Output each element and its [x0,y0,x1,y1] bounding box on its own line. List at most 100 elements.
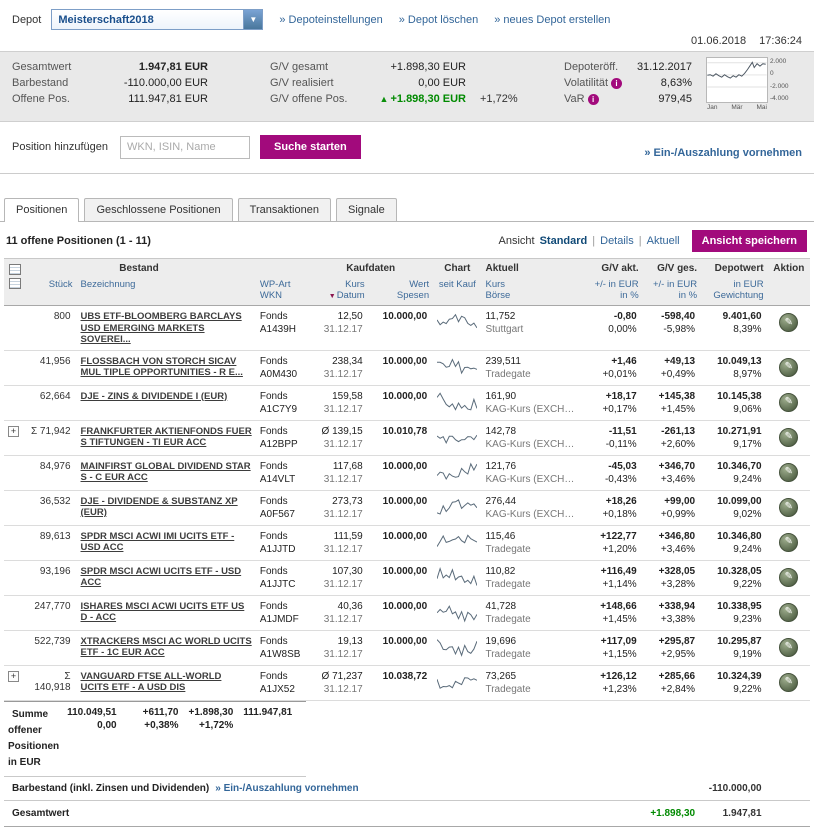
mini-chart[interactable] [437,566,477,588]
link-depot-new[interactable]: » neues Depot erstellen [494,14,610,26]
portfolio-page: Depot Meisterschaft2018 ▼ » Depoteinstel… [0,0,814,827]
gesamtwert-row: Gesamtwert +1.898,30 1.947,81 [4,800,810,826]
position-boerse: Stuttgart [485,324,580,336]
position-gewichtung: 9,06% [705,404,761,416]
position-gv-akt-eur: +122,77 [588,531,636,543]
position-name-link[interactable]: VANGUARD FTSE ALL-WORLD UCITS ETF - A US… [81,671,252,694]
tab-geschlossene-positionen[interactable]: Geschlossene Positionen [84,198,232,221]
search-input[interactable] [120,136,250,159]
payout-link[interactable]: » Ein-/Auszahlung vornehmen [644,147,802,159]
current-date: 01.06.2018 [691,35,746,47]
position-name-link[interactable]: SPDR MSCI ACWI IMI UCITS ETF - USD ACC [81,531,252,554]
view-aktuell[interactable]: Aktuell [647,235,680,247]
position-row: 247,770 ISHARES MSCI ACWI UCITS ETF US D… [4,595,810,630]
tab-transaktionen[interactable]: Transaktionen [238,198,331,221]
col-header-gv-akt-sub[interactable]: +/- in EURin % [584,277,642,306]
collapse-all-icon[interactable] [9,278,21,289]
position-name-link[interactable]: ISHARES MSCI ACWI UCITS ETF US D - ACC [81,601,252,624]
col-header-wpart-wkn[interactable]: WP-ArtWKN [256,277,308,306]
sort-desc-icon[interactable]: ▼ [329,293,336,300]
col-header-aktuell: Aktuell [481,259,584,278]
mini-chart[interactable] [437,461,477,483]
position-name-link[interactable]: SPDR MSCI ACWI UCITS ETF - USD ACC [81,566,252,589]
position-gv-akt-pct: +0,18% [588,509,636,521]
trade-action-button[interactable]: ✎ [779,358,798,377]
col-header-bezeichnung[interactable]: Bezeichnung [77,277,256,306]
col-header-seit-kauf: seit Kauf [433,277,481,306]
col-header-depotwert-sub[interactable]: in EURGewichtung [701,277,767,306]
mini-chart[interactable] [437,356,477,378]
mini-chart[interactable] [437,426,477,448]
trade-action-button[interactable]: ✎ [779,428,798,447]
col-header-gv-ges-sub[interactable]: +/- in EURin % [643,277,701,306]
mini-chart[interactable] [437,636,477,658]
depot-select[interactable]: Meisterschaft2018 ▼ [51,9,263,30]
info-icon[interactable]: i [588,94,599,105]
expand-row-icon[interactable]: + [8,671,19,682]
trade-action-button[interactable]: ✎ [779,463,798,482]
link-depot-delete[interactable]: » Depot löschen [399,14,479,26]
position-gv-akt-pct: -0,11% [588,439,636,451]
trade-action-button[interactable]: ✎ [779,393,798,412]
col-header-stueck[interactable]: Stück [22,277,76,306]
mini-chart[interactable] [437,671,477,693]
position-stueck: 89,613 [22,525,76,560]
position-wkn: A1JJTC [260,579,304,591]
position-name-link[interactable]: UBS ETF-BLOOMBERG BARCLAYS USD EMERGING … [81,311,252,346]
mini-chart[interactable] [437,601,477,623]
position-row: 800 UBS ETF-BLOOMBERG BARCLAYS USD EMERG… [4,306,810,351]
trade-action-button[interactable]: ✎ [779,568,798,587]
position-stueck: 522,739 [22,630,76,665]
gv-gesamt-value: +1.898,30 EUR [364,59,466,75]
position-kaufkurs: 117,68 [312,461,362,473]
position-kurs-aktuell: 41,728 [485,601,580,613]
trade-action-button[interactable]: ✎ [779,533,798,552]
col-header-kurs-datum[interactable]: Kurs▼Datum [308,277,368,306]
expand-all-icon[interactable] [9,264,21,275]
chart-xlabel: Mai [757,104,767,111]
start-search-button[interactable]: Suche starten [260,135,361,159]
position-gv-ges-eur: +49,13 [647,356,695,368]
col-header-gv-ges: G/V ges. [643,259,701,278]
position-name-link[interactable]: DJE - DIVIDENDE & SUBSTANZ XP (EUR) [81,496,252,519]
position-name-link[interactable]: DJE - ZINS & DIVIDENDE I (EUR) [81,391,252,403]
position-row: 93,196 SPDR MSCI ACWI UCITS ETF - USD AC… [4,560,810,595]
position-kurs-aktuell: 142,78 [485,426,580,438]
col-header-kurs-boerse[interactable]: KursBörse [481,277,584,306]
position-row: 41,956 FLOSSBACH VON STORCH SICAV MUL TI… [4,350,810,385]
position-name-link[interactable]: MAINFIRST GLOBAL DIVIDEND STAR S - C EUR… [81,461,252,484]
position-wkn: A12BPP [260,439,304,451]
save-view-button[interactable]: Ansicht speichern [692,230,807,252]
view-standard[interactable]: Standard [540,235,588,247]
table-toolbar: 11 offene Positionen (1 - 11) Ansicht St… [0,222,814,258]
view-details[interactable]: Details [600,235,634,247]
col-header-wert-spesen[interactable]: WertSpesen [369,277,433,306]
mini-chart[interactable] [437,311,477,333]
position-kaufdatum: 31.12.17 [312,509,362,521]
position-kaufdatum: 31.12.17 [312,474,362,486]
info-icon[interactable]: i [611,78,622,89]
trade-action-button[interactable]: ✎ [779,498,798,517]
pencil-icon: ✎ [785,536,793,547]
tab-signale[interactable]: Signale [336,198,397,221]
position-name-link[interactable]: FLOSSBACH VON STORCH SICAV MUL TIPLE OPP… [81,356,252,379]
link-depot-settings[interactable]: » Depoteinstellungen [279,14,382,26]
position-name-link[interactable]: XTRACKERS MSCI AC WORLD UCITS ETF - 1C E… [81,636,252,659]
trade-action-button[interactable]: ✎ [779,313,798,332]
mini-chart[interactable] [437,496,477,518]
trade-action-button[interactable]: ✎ [779,638,798,657]
tab-positionen[interactable]: Positionen [4,198,79,222]
mini-chart[interactable] [437,531,477,553]
trade-action-button[interactable]: ✎ [779,673,798,692]
mini-chart[interactable] [437,391,477,413]
depoteroeffnung-value: 31.12.2017 [630,59,692,75]
trade-action-button[interactable]: ✎ [779,603,798,622]
position-row: 62,664 DJE - ZINS & DIVIDENDE I (EUR) Fo… [4,385,810,420]
col-header-gv-akt: G/V akt. [584,259,642,278]
position-name-link[interactable]: FRANKFURTER AKTIENFONDS FUER S TIFTUNGEN… [81,426,252,449]
payout-link-footer[interactable]: » Ein-/Auszahlung vornehmen [215,783,358,794]
expand-row-icon[interactable]: + [8,426,19,437]
chevron-down-icon[interactable]: ▼ [243,10,262,29]
barbestand-label: Barbestand [12,75,90,91]
position-depotwert: 10.099,00 [705,496,761,508]
